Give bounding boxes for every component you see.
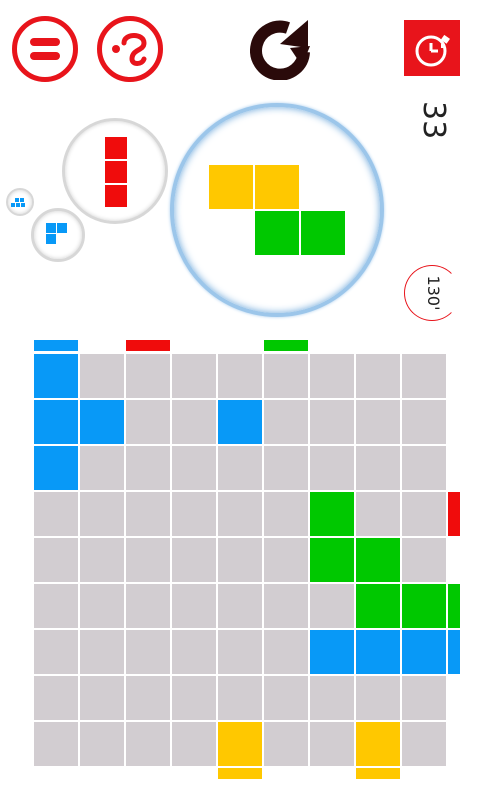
board-cell-empty[interactable] (264, 400, 308, 444)
board-cell-empty[interactable] (172, 400, 216, 444)
board-cell-empty[interactable] (126, 354, 170, 398)
board-cell-blue[interactable] (218, 400, 262, 444)
top-drop-marker (34, 340, 78, 351)
board-cell-empty[interactable] (126, 538, 170, 582)
board-cell-empty[interactable] (356, 446, 400, 490)
board-cell-empty[interactable] (264, 538, 308, 582)
board-cell-empty[interactable] (80, 446, 124, 490)
game-board[interactable] (0, 0, 480, 800)
board-cell-empty[interactable] (172, 492, 216, 536)
board-cell-green[interactable] (356, 584, 400, 628)
board-cell-empty[interactable] (356, 354, 400, 398)
board-cell-empty[interactable] (264, 492, 308, 536)
board-cell-empty[interactable] (126, 630, 170, 674)
board-cell-empty[interactable] (402, 538, 446, 582)
board-cell-empty[interactable] (310, 446, 354, 490)
board-cell-empty[interactable] (310, 676, 354, 720)
board-cell-empty[interactable] (172, 676, 216, 720)
board-cell-empty[interactable] (34, 676, 78, 720)
board-cell-empty[interactable] (310, 722, 354, 766)
board-cell-empty[interactable] (80, 492, 124, 536)
top-drop-marker (264, 340, 308, 351)
board-cell-empty[interactable] (172, 354, 216, 398)
board-cell-empty[interactable] (172, 446, 216, 490)
board-cell-empty[interactable] (264, 676, 308, 720)
board-cell-empty[interactable] (34, 492, 78, 536)
board-cell-blue[interactable] (310, 630, 354, 674)
board-cell-empty[interactable] (356, 676, 400, 720)
board-cell-empty[interactable] (218, 538, 262, 582)
board-cell-empty[interactable] (34, 584, 78, 628)
board-cell-empty[interactable] (402, 354, 446, 398)
board-cell-empty[interactable] (310, 400, 354, 444)
board-cell-empty[interactable] (172, 538, 216, 582)
board-cell-empty[interactable] (34, 538, 78, 582)
board-cell-empty[interactable] (34, 722, 78, 766)
board-cell-empty[interactable] (126, 584, 170, 628)
board-cell-empty[interactable] (264, 446, 308, 490)
board-cell-empty[interactable] (172, 722, 216, 766)
board-cell-yellow[interactable] (356, 722, 400, 766)
board-cell-empty[interactable] (126, 676, 170, 720)
board-cell-green[interactable] (310, 492, 354, 536)
board-cell-green[interactable] (356, 538, 400, 582)
top-drop-marker (126, 340, 170, 351)
board-cell-yellow[interactable] (218, 722, 262, 766)
board-cell-empty[interactable] (356, 400, 400, 444)
board-cell-empty[interactable] (402, 400, 446, 444)
board-cell-empty[interactable] (402, 676, 446, 720)
board-cell-empty[interactable] (264, 354, 308, 398)
board-cell-empty[interactable] (264, 722, 308, 766)
board-cell-empty[interactable] (356, 492, 400, 536)
board-cell-empty[interactable] (172, 584, 216, 628)
board-cell-empty[interactable] (310, 584, 354, 628)
board-cell-blue[interactable] (34, 446, 78, 490)
board-cell-empty[interactable] (172, 630, 216, 674)
right-drop-marker (448, 630, 460, 674)
board-cell-empty[interactable] (126, 446, 170, 490)
board-cell-green[interactable] (310, 538, 354, 582)
board-cell-empty[interactable] (310, 354, 354, 398)
board-cell-empty[interactable] (402, 446, 446, 490)
board-cell-empty[interactable] (218, 584, 262, 628)
board-cell-empty[interactable] (402, 492, 446, 536)
board-cell-empty[interactable] (218, 630, 262, 674)
board-cell-empty[interactable] (126, 722, 170, 766)
board-cell-empty[interactable] (34, 630, 78, 674)
board-cell-blue[interactable] (34, 400, 78, 444)
board-cell-empty[interactable] (126, 400, 170, 444)
board-cell-empty[interactable] (218, 446, 262, 490)
board-cell-blue[interactable] (80, 400, 124, 444)
board-cell-empty[interactable] (218, 492, 262, 536)
bottom-drop-marker (356, 768, 400, 779)
board-cell-empty[interactable] (80, 538, 124, 582)
board-cell-green[interactable] (402, 584, 446, 628)
board-cell-empty[interactable] (80, 584, 124, 628)
board-cell-empty[interactable] (80, 630, 124, 674)
right-drop-marker (448, 492, 460, 536)
right-drop-marker (448, 584, 460, 628)
board-cell-empty[interactable] (218, 676, 262, 720)
board-cell-blue[interactable] (34, 354, 78, 398)
board-cell-empty[interactable] (402, 722, 446, 766)
board-cell-blue[interactable] (356, 630, 400, 674)
board-cell-empty[interactable] (218, 354, 262, 398)
bottom-drop-marker (218, 768, 262, 779)
board-cell-empty[interactable] (126, 492, 170, 536)
board-cell-empty[interactable] (80, 722, 124, 766)
board-cell-blue[interactable] (402, 630, 446, 674)
board-cell-empty[interactable] (264, 630, 308, 674)
board-cell-empty[interactable] (264, 584, 308, 628)
board-cell-empty[interactable] (80, 354, 124, 398)
board-cell-empty[interactable] (80, 676, 124, 720)
